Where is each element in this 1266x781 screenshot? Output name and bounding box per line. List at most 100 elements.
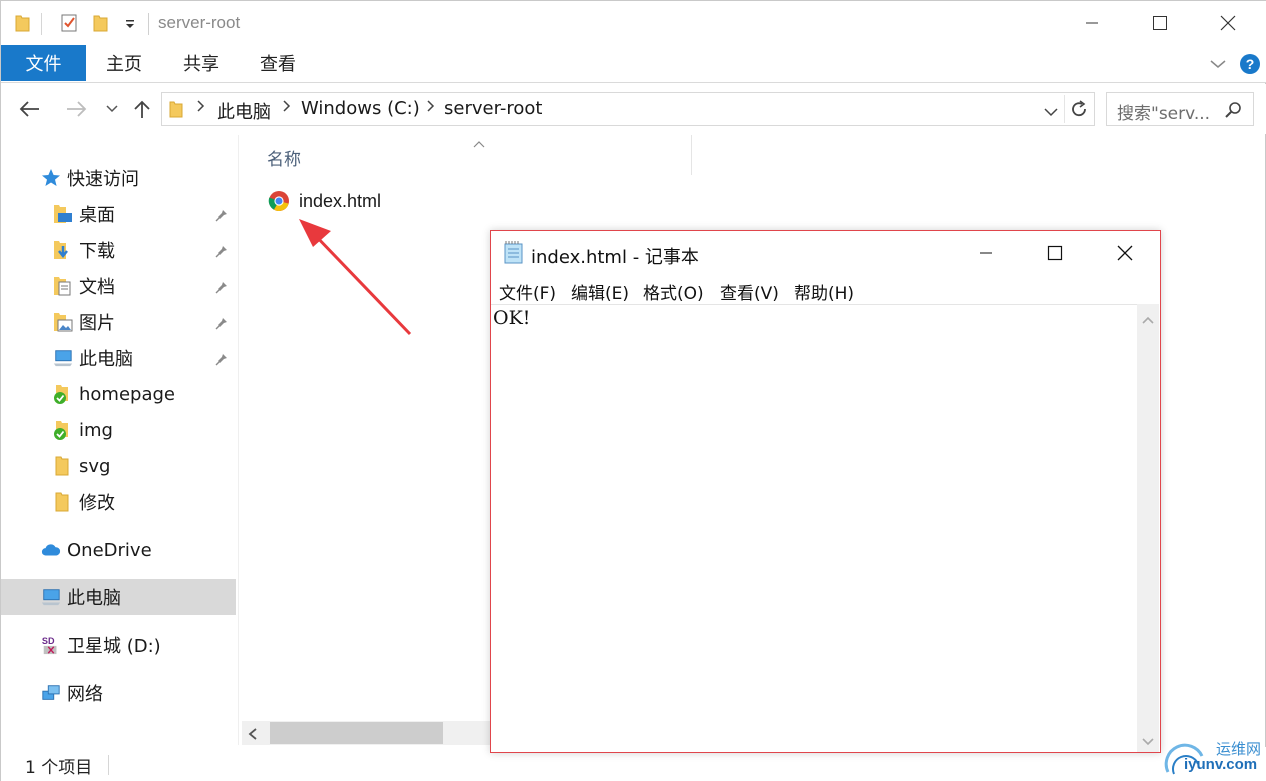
- forward-arrow-icon: [67, 101, 87, 117]
- forward-button[interactable]: [63, 96, 89, 122]
- expand-ribbon-icon[interactable]: [1209, 57, 1227, 75]
- close-icon: [1220, 15, 1236, 31]
- notepad-menu-edit[interactable]: 编辑(E): [571, 279, 629, 304]
- scroll-down-icon[interactable]: [1142, 734, 1154, 752]
- svg-text:?: ?: [1246, 56, 1255, 72]
- nav-onedrive[interactable]: OneDrive: [41, 535, 152, 565]
- pictures-folder-icon: [53, 311, 73, 333]
- address-bar[interactable]: 此电脑 Windows (C:) server-root: [161, 92, 1095, 126]
- nav-network[interactable]: 网络: [41, 678, 103, 708]
- tab-view[interactable]: 查看: [250, 45, 306, 81]
- sd-card-drive-icon: SD: [41, 634, 61, 656]
- toolbar-divider: [41, 13, 42, 35]
- search-box[interactable]: 搜索"serv...: [1106, 92, 1254, 126]
- nav-item-img[interactable]: img: [53, 415, 113, 445]
- chevron-right-icon[interactable]: [426, 99, 436, 116]
- nav-item-desktop[interactable]: 桌面: [53, 199, 115, 229]
- watermark-text-bottom: iyunv.com: [1184, 756, 1258, 773]
- notepad-close-button[interactable]: [1090, 231, 1160, 275]
- breadcrumb-this-pc[interactable]: 此电脑: [217, 98, 271, 124]
- nav-item-homepage[interactable]: homepage: [53, 379, 175, 409]
- up-button[interactable]: [129, 96, 155, 122]
- item-count: 1 个项目: [25, 758, 93, 778]
- nav-item-downloads[interactable]: 下载: [53, 235, 115, 265]
- close-icon: [1117, 245, 1133, 261]
- notepad-minimize-button[interactable]: [951, 231, 1021, 275]
- nav-onedrive-label: OneDrive: [67, 539, 152, 561]
- nav-item-svg[interactable]: svg: [53, 451, 110, 481]
- pin-icon[interactable]: [215, 314, 231, 330]
- maximize-icon: [1047, 245, 1063, 261]
- customize-dropdown-icon[interactable]: [120, 13, 140, 33]
- refresh-icon[interactable]: [1070, 100, 1088, 123]
- close-button[interactable]: [1194, 1, 1262, 45]
- chevron-right-icon[interactable]: [282, 99, 292, 116]
- notepad-menu-format[interactable]: 格式(O): [643, 279, 704, 304]
- nav-drive-d[interactable]: SD 卫星城 (D:): [41, 630, 161, 660]
- star-icon: [41, 167, 61, 189]
- notepad-menu-view[interactable]: 查看(V): [720, 279, 779, 304]
- horizontal-scrollbar[interactable]: [242, 721, 494, 745]
- tab-file[interactable]: 文件: [1, 45, 86, 81]
- maximize-button[interactable]: [1126, 1, 1194, 45]
- nav-this-pc[interactable]: 此电脑: [41, 582, 121, 612]
- notepad-text-area[interactable]: OK!: [491, 304, 1139, 752]
- folder-icon[interactable]: [13, 13, 33, 33]
- properties-check-icon[interactable]: [59, 13, 79, 33]
- file-item[interactable]: index.html: [267, 187, 381, 215]
- scroll-left-icon[interactable]: [248, 727, 258, 745]
- title-divider: [148, 13, 149, 35]
- synced-folder-icon: [53, 383, 73, 405]
- folder-icon: [53, 491, 73, 513]
- search-input[interactable]: 搜索"serv...: [1117, 99, 1210, 124]
- nav-item-label: 下载: [79, 241, 115, 262]
- scroll-up-icon[interactable]: [1142, 312, 1154, 330]
- svg-text:SD: SD: [42, 636, 55, 646]
- breadcrumb-server-root[interactable]: server-root: [444, 98, 542, 119]
- nav-item-label: 桌面: [79, 205, 115, 226]
- nav-item-label: 此电脑: [79, 349, 133, 370]
- pin-icon[interactable]: [215, 206, 231, 222]
- computer-icon: [41, 586, 61, 608]
- breadcrumb-windows-c[interactable]: Windows (C:): [301, 98, 420, 119]
- back-arrow-icon: [19, 101, 39, 117]
- notepad-content[interactable]: OK!: [493, 307, 530, 329]
- address-history-dropdown-icon[interactable]: [1044, 104, 1058, 122]
- minimize-icon: [980, 252, 992, 254]
- pin-icon[interactable]: [215, 242, 231, 258]
- pin-icon[interactable]: [215, 350, 231, 366]
- notepad-menu-file[interactable]: 文件(F): [499, 279, 556, 304]
- pin-icon[interactable]: [215, 278, 231, 294]
- up-arrow-icon: [134, 100, 150, 118]
- nav-item-pictures[interactable]: 图片: [53, 307, 115, 337]
- nav-quick-access[interactable]: 快速访问: [41, 163, 139, 193]
- scrollbar-thumb[interactable]: [270, 722, 443, 744]
- nav-drive-d-label: 卫星城 (D:): [67, 636, 161, 657]
- search-icon[interactable]: [1225, 101, 1243, 124]
- nav-item-documents[interactable]: 文档: [53, 271, 115, 301]
- notepad-menu-help[interactable]: 帮助(H): [794, 279, 854, 304]
- tab-share[interactable]: 共享: [173, 45, 229, 81]
- nav-item-label: 修改: [79, 493, 115, 514]
- help-icon[interactable]: ?: [1239, 53, 1261, 80]
- back-button[interactable]: [17, 96, 43, 122]
- notepad-vertical-scrollbar[interactable]: [1137, 304, 1159, 752]
- nav-item-modify[interactable]: 修改: [53, 487, 115, 517]
- new-folder-icon[interactable]: [91, 13, 111, 33]
- nav-this-pc-label: 此电脑: [67, 588, 121, 609]
- minimize-button[interactable]: [1058, 1, 1126, 45]
- notepad-maximize-button[interactable]: [1020, 231, 1090, 275]
- address-divider: [1064, 95, 1065, 123]
- nav-item-this-pc-pinned[interactable]: 此电脑: [53, 343, 133, 373]
- address-row: 此电脑 Windows (C:) server-root 搜索"serv...: [1, 84, 1266, 134]
- status-divider: [108, 755, 109, 775]
- maximize-icon: [1153, 16, 1167, 30]
- nav-item-label: 文档: [79, 277, 115, 298]
- recent-locations-button[interactable]: [99, 96, 125, 122]
- column-header-name[interactable]: 名称: [267, 145, 301, 170]
- pane-divider: [238, 135, 239, 745]
- tab-home[interactable]: 主页: [96, 45, 152, 81]
- column-divider[interactable]: [691, 135, 692, 175]
- annotation-arrow: [299, 219, 412, 336]
- title-bar: server-root: [1, 1, 1266, 45]
